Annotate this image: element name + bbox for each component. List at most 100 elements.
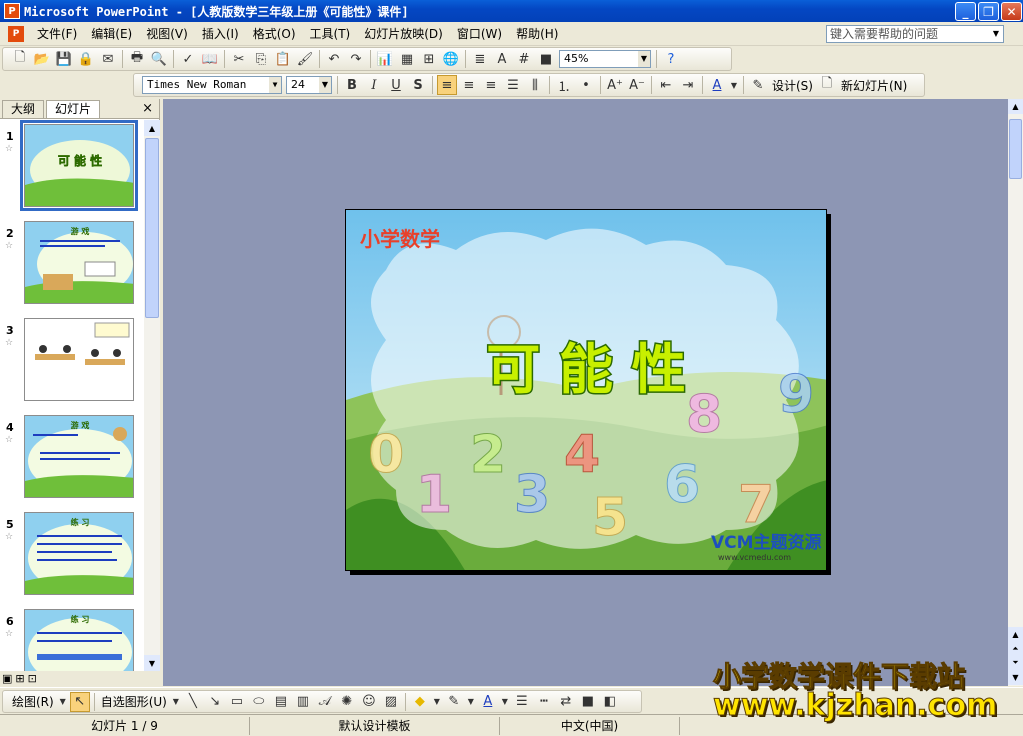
spelling-icon[interactable]: ✓ [178,49,198,69]
font-color-icon[interactable]: A [707,75,727,95]
line-color-icon[interactable]: ✎ [444,692,464,712]
distribute-icon[interactable]: ⫼ [525,75,545,95]
menu-insert[interactable]: 插入(I) [195,25,246,42]
scrollbar-thumb[interactable] [1009,119,1022,179]
chevron-down-icon[interactable]: ▼ [269,77,281,93]
shadow-style-icon[interactable]: ■ [578,692,598,712]
restore-button[interactable]: ❐ [978,2,999,21]
line-icon[interactable]: ╲ [183,692,203,712]
slide-sorter-icon[interactable]: ⊞ [15,672,24,685]
picture-icon[interactable]: ▨ [381,692,401,712]
shadow-button[interactable]: S [408,75,428,95]
line-style-icon[interactable]: ☰ [512,692,532,712]
current-slide[interactable]: 小学数学 可 能 性 0 1 2 3 4 5 6 7 8 9 VCM主题资源 w… [345,209,827,571]
permission-icon[interactable]: 🔒 [76,49,96,69]
fill-color-icon[interactable]: ◆ [410,692,430,712]
close-button[interactable]: ✕ [1001,2,1022,21]
undo-icon[interactable]: ↶ [324,49,344,69]
3d-style-icon[interactable]: ◧ [600,692,620,712]
slide-thumbnail-3[interactable] [24,318,134,401]
expand-all-icon[interactable]: ≣ [470,49,490,69]
scroll-up-icon[interactable]: ▲ [144,120,160,136]
decrease-indent-icon[interactable]: ⇤ [656,75,676,95]
italic-button[interactable]: I [364,75,384,95]
close-icon[interactable]: × [142,101,153,116]
zoom-select[interactable]: 45% ▼ [559,50,651,68]
slide-thumbnail-6[interactable]: 练 习 [24,609,134,671]
slide-thumbnail-2[interactable]: 游 戏 [24,221,134,304]
next-slide-icon[interactable]: ⏷ [1008,655,1023,670]
menu-file[interactable]: 文件(F) [30,25,84,42]
slide-scrollbar[interactable]: ▲ ▲ ⏶ ⏷ ▼ [1008,99,1023,686]
bullets-icon[interactable]: • [576,75,596,95]
help-search-input[interactable]: 键入需要帮助的问题 ▼ [826,25,1004,43]
insert-chart-icon[interactable]: 📊 [375,49,395,69]
chevron-down-icon[interactable]: ▼ [58,692,68,712]
clipart-icon[interactable]: ☺ [359,692,379,712]
chevron-down-icon[interactable]: ▼ [729,75,739,95]
font-size-select[interactable]: 24 ▼ [286,76,332,94]
wordart-icon[interactable]: 𝒜 [315,692,335,712]
font-color-icon[interactable]: A [478,692,498,712]
paste-icon[interactable]: 📋 [273,49,293,69]
tables-borders-icon[interactable]: ⊞ [419,49,439,69]
insert-table-icon[interactable]: ▦ [397,49,417,69]
email-icon[interactable]: ✉ [98,49,118,69]
tab-slides[interactable]: 幻灯片 [46,100,101,118]
chevron-down-icon[interactable]: ▼ [466,692,476,712]
open-icon[interactable]: 📂 [32,49,52,69]
copy-icon[interactable]: ⎘ [251,49,271,69]
select-objects-icon[interactable]: ↖ [69,691,90,712]
design-button[interactable]: 设计(S) [769,77,816,94]
research-icon[interactable]: 📖 [200,49,220,69]
slide-thumbnail-4[interactable]: 游 戏 [24,415,134,498]
tab-outline[interactable]: 大纲 [2,100,45,118]
print-icon[interactable]: 🖶 [127,49,147,69]
scroll-down-icon[interactable]: ▼ [144,655,160,671]
slide-thumbnail-1[interactable]: 可 能 性 [20,120,138,211]
powerpoint-app-icon[interactable]: P [4,3,20,19]
increase-font-icon[interactable]: A⁺ [605,75,625,95]
autoshapes-button[interactable]: 自选图形(U) [98,693,170,710]
chevron-down-icon[interactable]: ▼ [500,692,510,712]
chevron-down-icon[interactable]: ▼ [989,26,1003,42]
align-center-icon[interactable]: ≡ [459,75,479,95]
oval-icon[interactable]: ⬭ [249,692,269,712]
new-icon[interactable]: 🗋 [10,49,30,69]
scroll-down-icon[interactable]: ▼ [1008,670,1023,685]
thumbnails-scrollbar[interactable]: ▲ ▼ [144,120,160,671]
draw-menu-button[interactable]: 绘图(R) [9,693,57,710]
chevron-down-icon[interactable]: ▼ [319,77,331,93]
hyperlink-icon[interactable]: 🌐 [441,49,461,69]
diagram-icon[interactable]: ✺ [337,692,357,712]
slideshow-icon[interactable]: ⊡ [28,672,37,685]
align-right-icon[interactable]: ≡ [481,75,501,95]
normal-view-icon[interactable]: ▣ [2,672,12,685]
show-formatting-icon[interactable]: A [492,49,512,69]
menu-edit[interactable]: 编辑(E) [84,25,139,42]
underline-button[interactable]: U [386,75,406,95]
scroll-up-icon[interactable]: ▲ [1008,99,1023,114]
chevron-down-icon[interactable]: ▼ [171,692,181,712]
show-grid-icon[interactable]: # [514,49,534,69]
bold-button[interactable]: B [342,75,362,95]
new-slide-button[interactable]: 新幻灯片(N) [838,77,910,94]
menu-slideshow[interactable]: 幻灯片放映(D) [357,25,450,42]
slide-thumbnail-5[interactable]: 练 习 [24,512,134,595]
menu-tools[interactable]: 工具(T) [303,25,358,42]
increase-indent-icon[interactable]: ⇥ [678,75,698,95]
numbering-icon[interactable]: ⒈ [554,75,574,95]
minimize-button[interactable]: _ [955,2,976,21]
vertical-textbox-icon[interactable]: ▥ [293,692,313,712]
color-grayscale-icon[interactable]: ■ [536,49,556,69]
decrease-font-icon[interactable]: A⁻ [627,75,647,95]
help-icon[interactable]: ? [661,49,681,69]
scrollbar-thumb[interactable] [145,138,159,318]
rectangle-icon[interactable]: ▭ [227,692,247,712]
print-preview-icon[interactable]: 🔍 [149,49,169,69]
document-icon[interactable]: P [8,25,24,42]
dash-style-icon[interactable]: ┅ [534,692,554,712]
justify-icon[interactable]: ☰ [503,75,523,95]
format-painter-icon[interactable]: 🖌 [295,49,315,69]
chevron-down-icon[interactable]: ▼ [432,692,442,712]
